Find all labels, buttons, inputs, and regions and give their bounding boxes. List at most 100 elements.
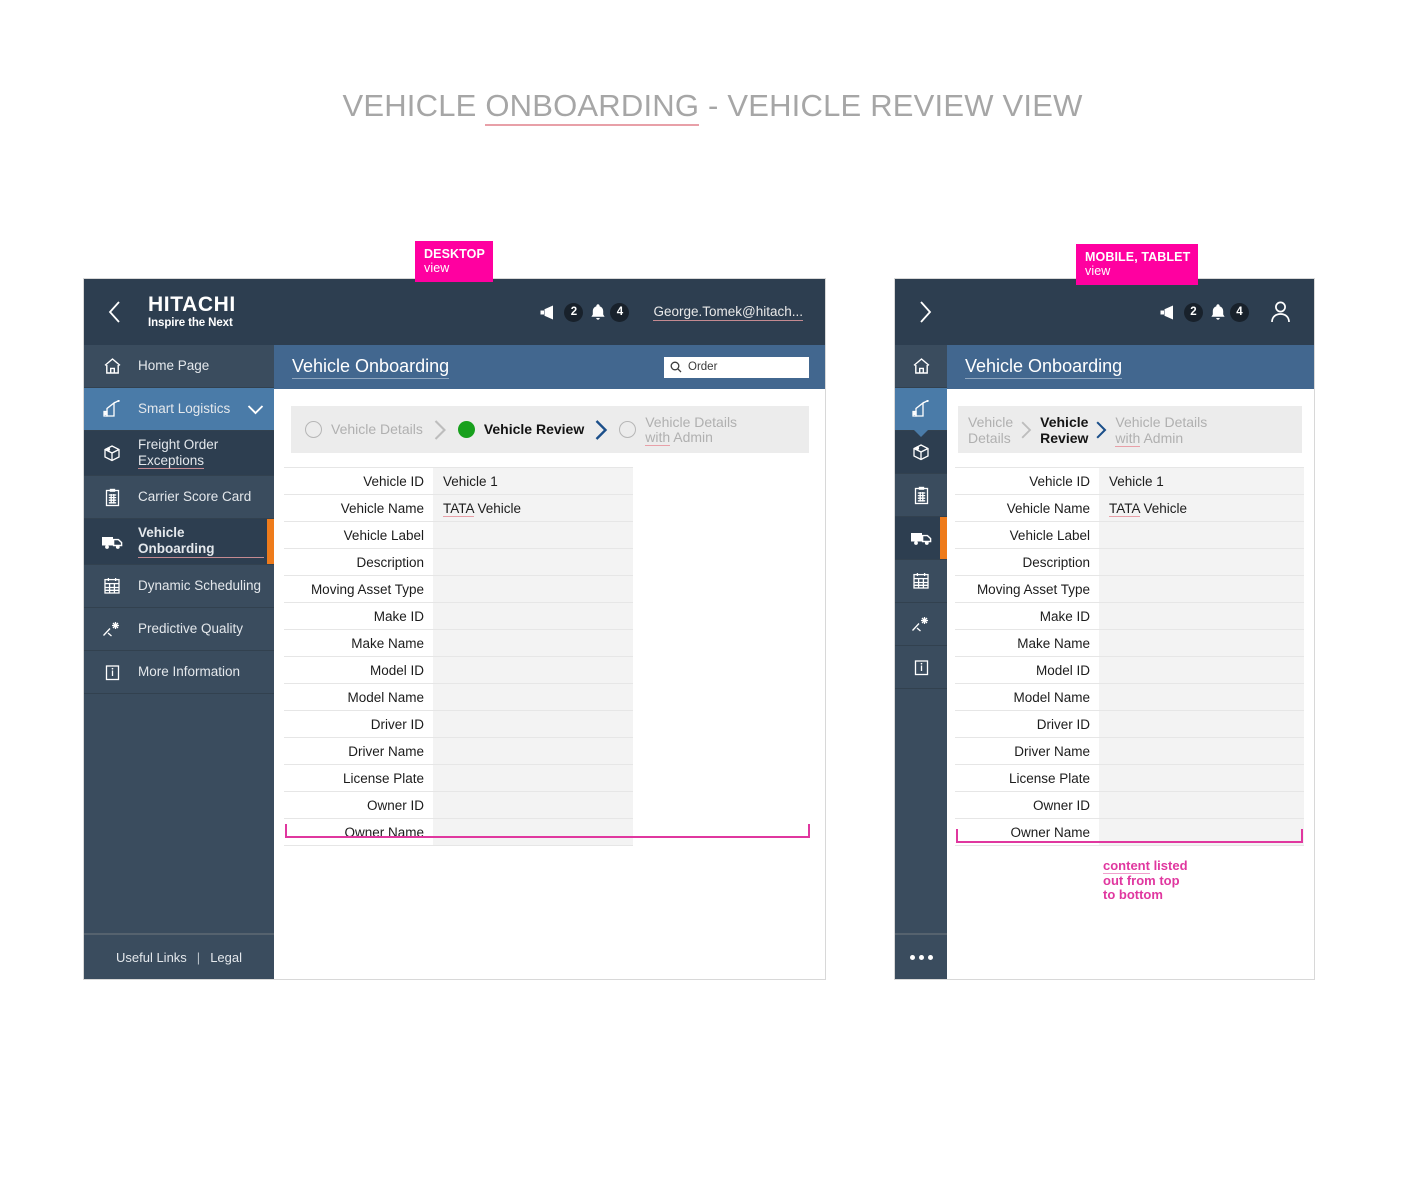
- mobile-view-tag-line2: view: [1085, 264, 1111, 278]
- sidebar-item-home-page[interactable]: [895, 345, 947, 388]
- field-label: Description: [1022, 554, 1090, 570]
- field-value: TATA Vehicle: [433, 494, 633, 522]
- legal-link[interactable]: Legal: [210, 950, 242, 965]
- sidebar-item-smart-logistics[interactable]: Smart Logistics: [84, 388, 274, 431]
- clipboard-icon: [909, 486, 933, 505]
- field-value: [1099, 683, 1304, 711]
- nav-expand-button[interactable]: [903, 301, 947, 323]
- page-title: VEHICLE ONBOARDING - VEHICLE REVIEW VIEW: [0, 88, 1425, 126]
- truck-icon: [100, 534, 124, 550]
- field-value: [433, 629, 633, 657]
- table-row: Vehicle Name TATA Vehicle: [284, 494, 633, 522]
- field-label: License Plate: [342, 770, 424, 786]
- sidebar-item-label: Freight Order Exceptions: [138, 437, 218, 469]
- field-label: Vehicle Label: [343, 527, 424, 543]
- step-vehicle-details-with-admin[interactable]: Vehicle Details with Admin: [619, 413, 738, 446]
- useful-links-link[interactable]: Useful Links: [116, 950, 187, 965]
- step-vehicle-details-with-admin[interactable]: Vehicle Details with Admin: [1115, 414, 1207, 447]
- table-row: Make Name: [284, 629, 633, 657]
- sidebar-item-predictive-quality[interactable]: [895, 603, 947, 646]
- search-input[interactable]: Order: [664, 356, 809, 378]
- table-row: License Plate: [284, 764, 633, 792]
- user-account-button[interactable]: [1269, 300, 1292, 324]
- table-row: Make ID: [955, 602, 1304, 630]
- table-row: Description: [955, 548, 1304, 576]
- desktop-content-bracket-annotation: [285, 824, 810, 838]
- logistics-icon: [100, 400, 124, 418]
- field-label: Driver Name: [348, 743, 424, 759]
- announcements-button[interactable]: 2: [1159, 302, 1203, 322]
- table-row: Vehicle ID Vehicle 1: [284, 467, 633, 495]
- sidebar-item-more-information[interactable]: More Information: [84, 651, 274, 694]
- sidebar-item-dynamic-scheduling[interactable]: [895, 560, 947, 603]
- table-row: License Plate: [955, 764, 1304, 792]
- field-value-rest: Vehicle: [473, 500, 522, 516]
- desktop-content: Vehicle Onboarding Order Vehicle Details: [274, 345, 825, 979]
- field-value: [1099, 737, 1304, 765]
- field-value: [1099, 521, 1304, 549]
- field-value: [433, 521, 633, 549]
- sidebar-item-vehicle-onboarding[interactable]: [895, 517, 947, 560]
- sidebar-item-more-information[interactable]: [895, 646, 947, 689]
- announcements-button[interactable]: 2: [539, 302, 584, 322]
- field-value: [433, 710, 633, 738]
- sidebar-footer: Useful Links | Legal: [84, 933, 274, 979]
- sparkle-icon: [100, 620, 124, 638]
- home-icon: [909, 357, 933, 375]
- table-row: Vehicle ID Vehicle 1: [955, 467, 1304, 495]
- sidebar-item-freight-order-exceptions[interactable]: [895, 431, 947, 474]
- chevron-down-icon[interactable]: [247, 404, 264, 415]
- step-label: Vehicle Details with Admin: [645, 413, 738, 446]
- step-label: Vehicle Review: [483, 421, 585, 437]
- table-row: Model ID: [955, 656, 1304, 684]
- chevron-right-icon: [1013, 420, 1040, 440]
- sidebar-item-label: Vehicle Onboarding: [138, 525, 264, 558]
- step-label-pre: Vehicle Details: [645, 413, 738, 430]
- sidebar-item-carrier-score-card[interactable]: Carrier Score Card: [84, 476, 274, 519]
- step-label-line-2: Details: [968, 429, 1011, 446]
- table-row: Vehicle Label: [955, 521, 1304, 549]
- table-row: Driver ID: [955, 710, 1304, 738]
- chevron-left-icon: [108, 301, 120, 323]
- table-row: Description: [284, 548, 633, 576]
- field-label: Vehicle ID: [1029, 473, 1090, 489]
- field-label: Model Name: [1013, 689, 1090, 705]
- field-value: [1099, 548, 1304, 576]
- sidebar-item-smart-logistics[interactable]: [895, 388, 947, 437]
- table-row: Driver Name: [284, 737, 633, 765]
- table-row: Owner ID: [284, 791, 633, 819]
- bell-icon: [1211, 304, 1225, 320]
- step-vehicle-review[interactable]: Vehicle Review: [457, 421, 585, 438]
- step-vehicle-details[interactable]: Vehicle Details: [305, 421, 423, 438]
- note-line-1-underlined: content: [1103, 858, 1150, 874]
- megaphone-icon: [1160, 305, 1173, 319]
- field-value-spellchecked: TATA: [443, 500, 474, 517]
- sidebar-item-vehicle-onboarding[interactable]: Vehicle Onboarding: [84, 519, 274, 565]
- page-title-post: - VEHICLE REVIEW VIEW: [699, 88, 1083, 123]
- field-value: [433, 737, 633, 765]
- sidebar-item-freight-order-exceptions[interactable]: Freight Order Exceptions: [84, 431, 274, 476]
- field-value: [1099, 656, 1304, 684]
- brand-name: HITACHI: [148, 293, 236, 317]
- field-label: Moving Asset Type: [310, 581, 424, 597]
- mobile-sidebar: [895, 345, 947, 979]
- sidebar-item-carrier-score-card[interactable]: [895, 474, 947, 517]
- note-line-1-rest: listed: [1149, 858, 1188, 873]
- mobile-more-menu-button[interactable]: [895, 933, 947, 979]
- notifications-button[interactable]: 4: [590, 302, 630, 322]
- notifications-button[interactable]: 4: [1210, 302, 1249, 322]
- home-icon: [100, 357, 124, 375]
- sidebar-item-dynamic-scheduling[interactable]: Dynamic Scheduling: [84, 565, 274, 608]
- bell-icon: [591, 304, 606, 320]
- user-email[interactable]: George.Tomek@hitach...: [653, 304, 803, 321]
- announcements-badge: 2: [564, 302, 584, 322]
- step-vehicle-review[interactable]: Vehicle Review: [1040, 414, 1088, 446]
- sidebar-item-predictive-quality[interactable]: Predictive Quality: [84, 608, 274, 651]
- nav-collapse-button[interactable]: [92, 301, 136, 323]
- content-title: Vehicle Onboarding: [965, 356, 1123, 379]
- step-vehicle-details[interactable]: Vehicle Details: [968, 414, 1013, 446]
- chevron-right-icon: [423, 419, 458, 441]
- mobile-view-tag-line1: MOBILE, TABLET: [1085, 250, 1191, 264]
- sidebar-item-home-page[interactable]: Home Page: [84, 345, 274, 388]
- calendar-icon: [100, 577, 124, 595]
